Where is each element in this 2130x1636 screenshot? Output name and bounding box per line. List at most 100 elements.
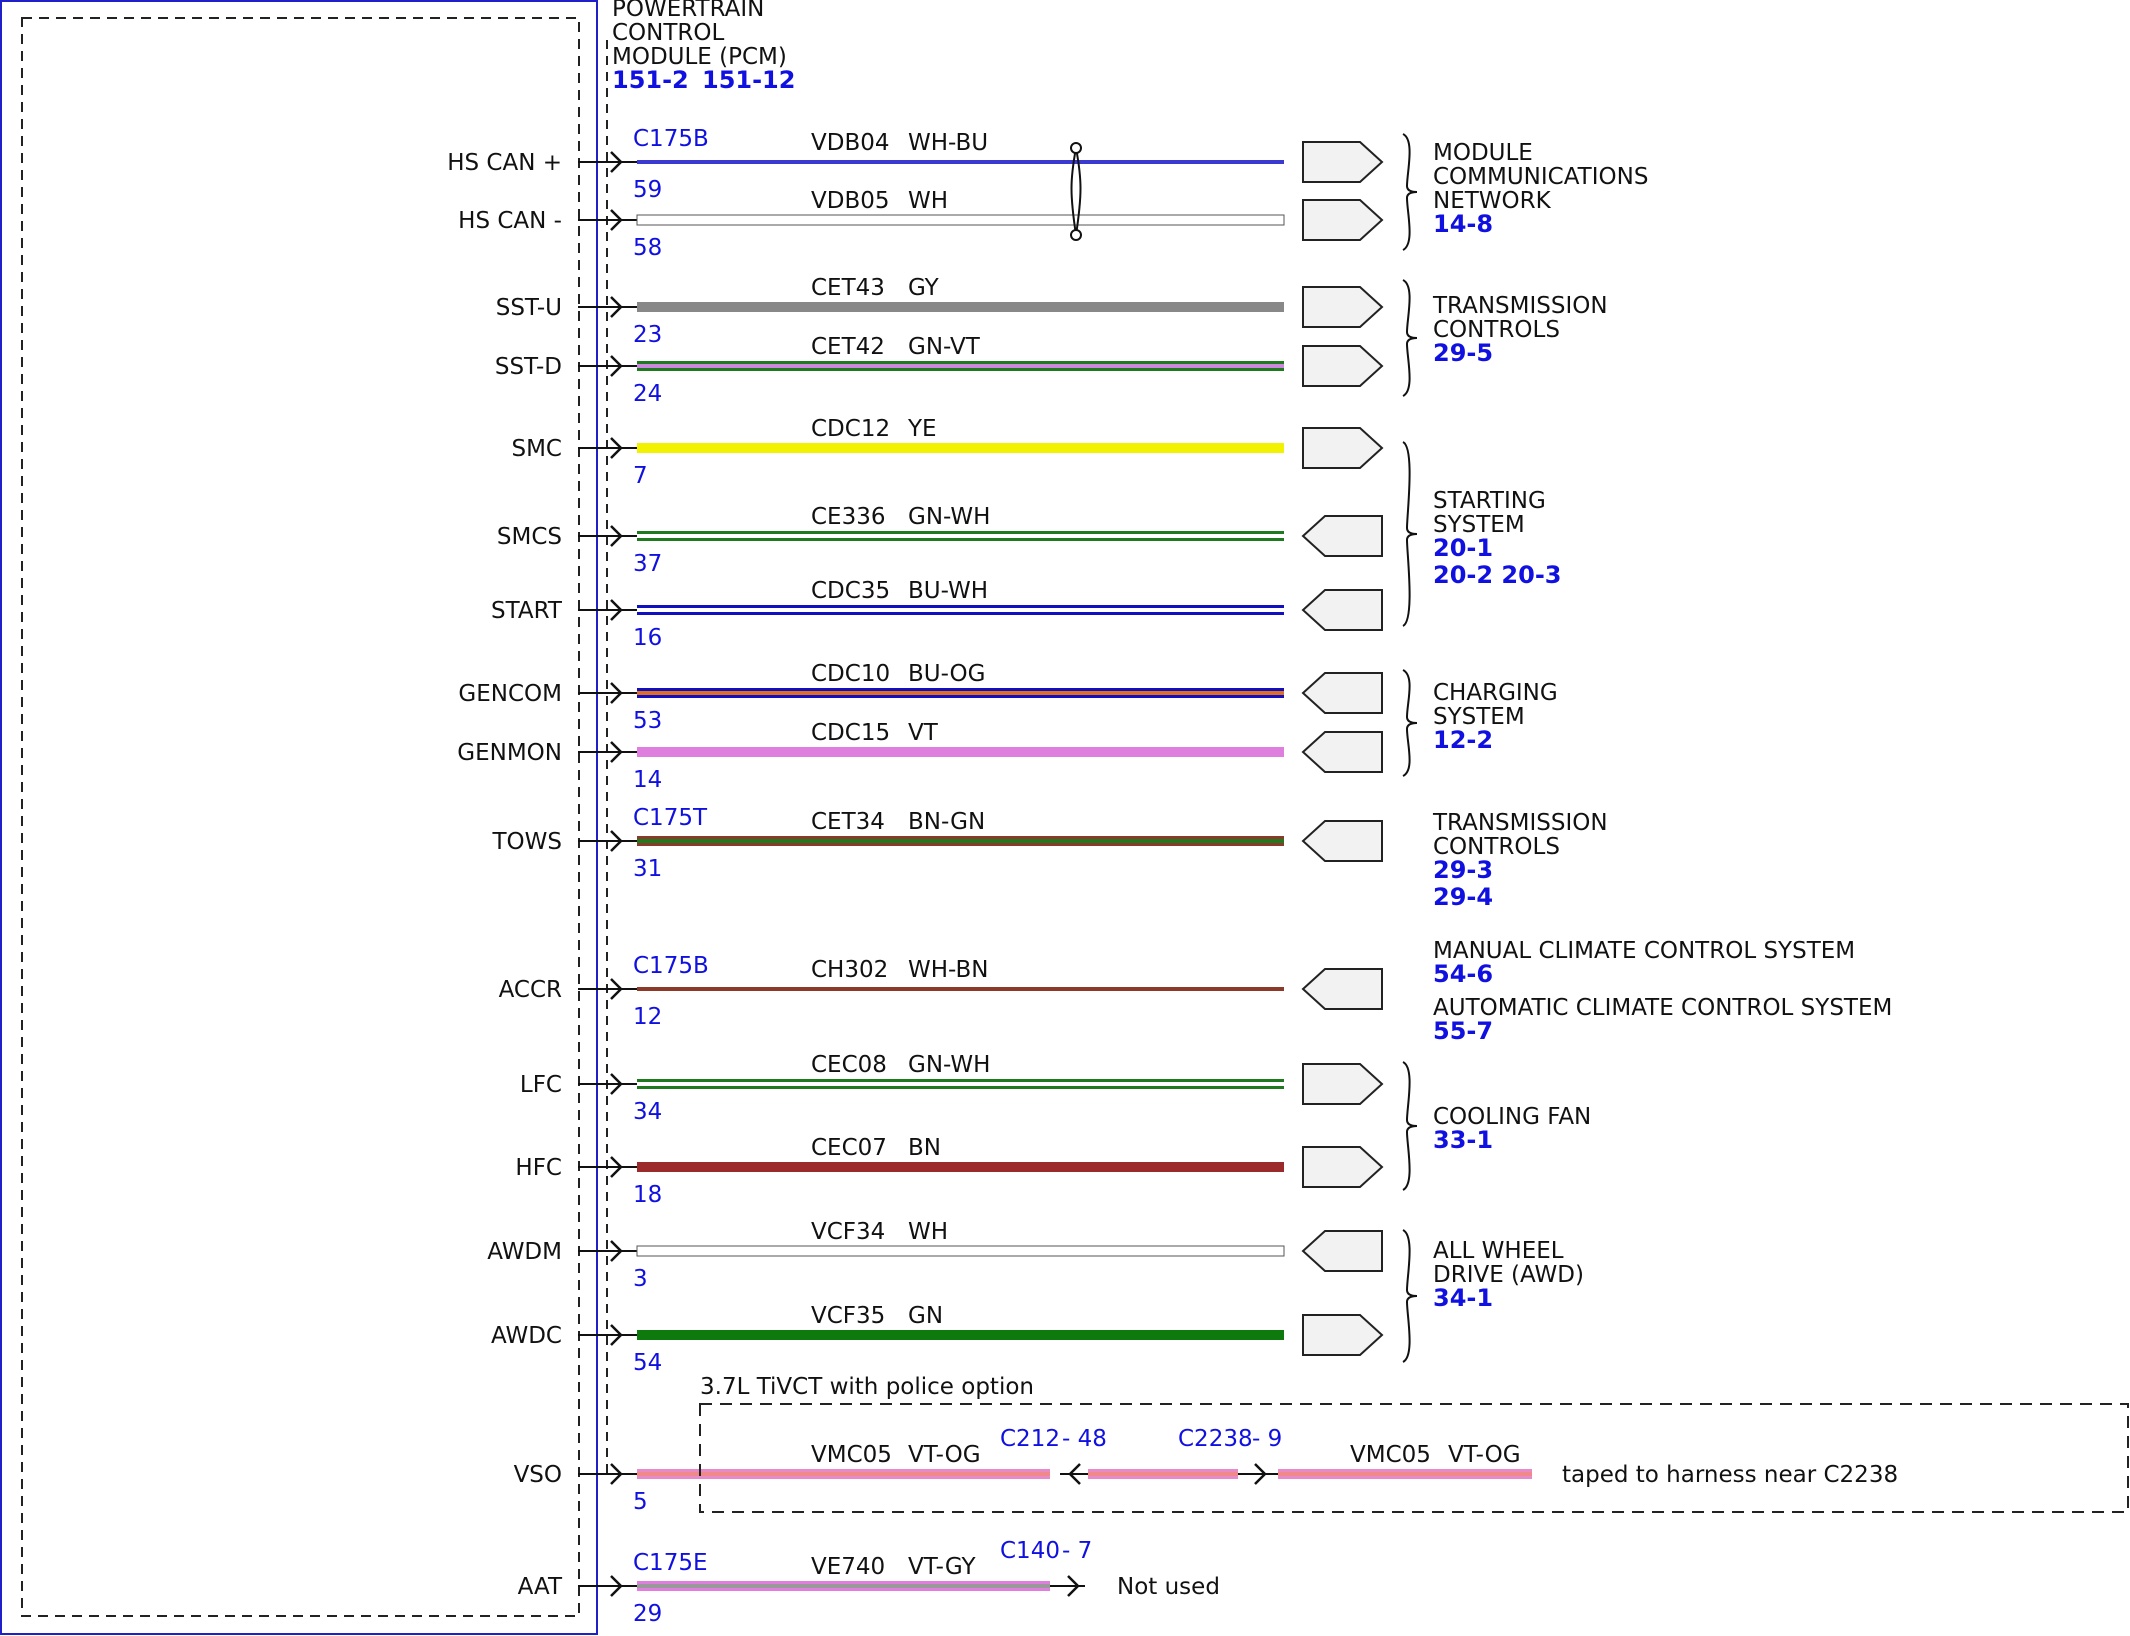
page-ref-link[interactable]: 14-8 [1433,210,1493,238]
wire-color-code: BU-OG [908,661,985,687]
connector-label[interactable]: C212 [1000,1426,1060,1452]
connector-pin: - 9 [1252,1426,1282,1452]
circuit-row: SMC 7 CDC12 YE [511,416,1384,489]
page-ref-link[interactable]: 33-1 [1433,1126,1493,1154]
wire-color-code: VT [908,720,939,746]
connector-out-icon [1302,1146,1384,1188]
signal-label: AAT [518,1574,563,1600]
page-ref-link[interactable]: 29-5 [1433,339,1493,367]
group-label: CHARGING [1433,680,1558,706]
connector-in-icon [1301,1230,1383,1272]
group-brace [1402,133,1418,251]
group-label: MANUAL CLIMATE CONTROL SYSTEM [1433,938,1855,964]
page-ref-link[interactable]: 29-3 [1433,856,1493,884]
connector-label[interactable]: C140 [1000,1538,1060,1564]
connector-label[interactable]: C175B [633,953,709,979]
wire [637,302,1284,312]
circuit-row: AWDM 3 VCF34 WH [487,1219,1383,1292]
wire-color-code: VT-OG [1448,1442,1521,1468]
pin-number: 23 [633,322,662,348]
police-option-label: 3.7L TiVCT with police option [700,1374,1034,1400]
module-ref-link[interactable]: 151-12 [702,66,795,94]
group-label: COMMUNICATIONS [1433,164,1648,190]
wire-color-code: BN [908,1135,941,1161]
wire-stripe [637,608,1284,612]
pin-number: 37 [633,551,662,577]
connector-out-icon [1302,199,1384,241]
destination-groups: MODULECOMMUNICATIONSNETWORK14-8 TRANSMISS… [1402,133,1892,1363]
wire-color-code: GN [908,1303,943,1329]
connector-label[interactable]: C175B [633,126,709,152]
wire [637,443,1284,453]
connector-in-icon [1301,515,1383,557]
circuit-id: CE336 [811,504,886,530]
module-title-line-1: POWERTRAIN [612,0,764,22]
page-ref-link[interactable]: 29-4 [1433,883,1493,911]
signal-label: VSO [514,1462,562,1488]
signal-label: SMCS [497,524,562,550]
connector-label[interactable]: C2238 [1178,1426,1253,1452]
circuit-id: CET42 [811,334,885,360]
circuit-id: CET34 [811,809,885,835]
destination-group: MANUAL CLIMATE CONTROL SYSTEM54-6 [1433,938,1855,988]
connector-in-icon [1301,589,1383,631]
circuit-id: CEC07 [811,1135,887,1161]
wire-stripe [1088,1472,1238,1476]
circuit-id: VMC05 [811,1442,892,1468]
pcm-wiring-diagram: POWERTRAIN CONTROL MODULE (PCM) 151-2 15… [0,0,2129,1635]
pin-number: 59 [633,177,662,203]
vso-extension: C212- 48 C2238- 9 VMC05 VT-OG taped to harne… [1000,1426,1898,1488]
group-label: MODULE [1433,140,1533,166]
connector-label[interactable]: C175E [633,1550,708,1576]
pcm-module-dashed-inner [21,17,580,1617]
signal-label: GENCOM [458,681,562,707]
pin-number: 12 [633,1004,662,1030]
page-ref-link[interactable]: 54-6 [1433,960,1493,988]
page-ref-link[interactable]: 12-2 [1433,726,1493,754]
wire [636,214,1285,226]
wire-color-code: WH [908,1219,948,1245]
group-label: TRANSMISSION [1432,810,1608,836]
wire-stripe [637,1472,1050,1476]
pin-number: 53 [633,708,662,734]
signal-label: SST-D [495,354,562,380]
connector-label[interactable]: C175T [633,805,708,831]
page-ref-link[interactable]: 20-1 [1433,534,1493,562]
signal-label: ACCR [499,977,562,1003]
page-ref-link[interactable]: 20-2 20-3 [1433,561,1561,589]
pin-number: 24 [633,381,662,407]
circuit-row: SMCS 37 CE336 GN-WH [497,504,1383,577]
wire-stripe [637,691,1284,695]
destination-group: TRANSMISSIONCONTROLS29-5 [1402,279,1608,397]
signal-label: GENMON [457,740,562,766]
page-ref-link[interactable]: 55-7 [1433,1017,1493,1045]
circuit-row: HFC 18 CEC07 BN [515,1135,1384,1208]
group-label: AUTOMATIC CLIMATE CONTROL SYSTEM [1433,995,1892,1021]
signal-label: LFC [520,1072,562,1098]
destination-group: ALL WHEELDRIVE (AWD)34-1 [1402,1229,1584,1363]
wire-stripe [637,987,1284,991]
wire-color-code: VT-GY [908,1554,976,1580]
circuit-row: VSO 5 VMC05 VT-OG [514,1442,1050,1515]
signal-label: HFC [515,1155,562,1181]
wire-color-code: BU-WH [908,578,988,604]
pin-number: 29 [633,1601,662,1627]
pin-number: 14 [633,767,662,793]
circuit-id: VDB05 [811,188,890,214]
wire-note: Not used [1117,1574,1220,1600]
group-label: ALL WHEEL [1433,1238,1564,1264]
page-ref-link[interactable]: 34-1 [1433,1284,1493,1312]
pcm-module-outline [0,0,598,1635]
wire-color-code: GN-WH [908,1052,990,1078]
connector-in-icon [1301,731,1383,773]
wire-color-code: BN-GN [908,809,985,835]
signal-label: START [491,598,563,624]
signal-label: HS CAN + [447,150,562,176]
signal-label: SMC [511,436,562,462]
connector-out-icon [1302,427,1384,469]
pin-number: 7 [633,463,648,489]
circuit-id: VCF34 [811,1219,885,1245]
signal-label: AWDM [487,1239,562,1265]
module-title-line-2: CONTROL [612,20,725,46]
module-ref-link[interactable]: 151-2 [612,66,689,94]
